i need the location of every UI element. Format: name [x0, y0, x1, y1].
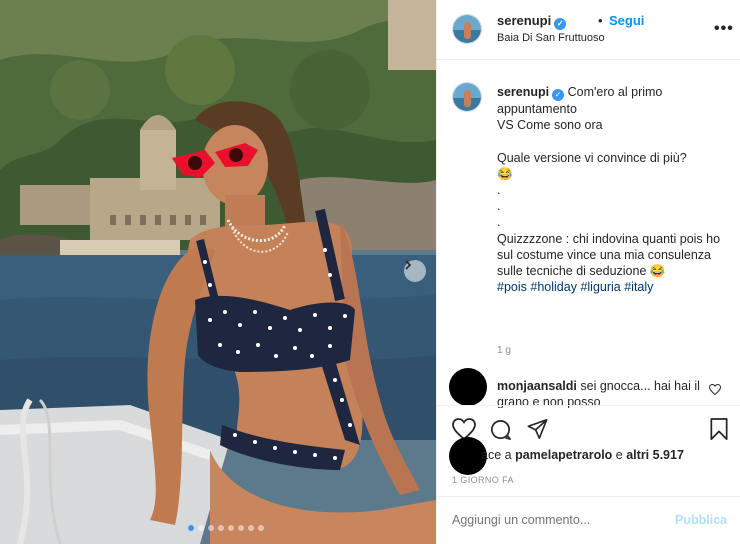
likes-others[interactable]: altri 5.917	[626, 448, 684, 462]
more-options-button[interactable]: •••	[714, 20, 734, 38]
comment-avatar[interactable]	[449, 368, 487, 406]
post-caption: serenupi ✓ Com'ero al primo appuntamento …	[497, 84, 729, 295]
header-username[interactable]: serenupi ✓	[497, 13, 567, 30]
carousel-dot	[218, 525, 224, 531]
follow-button[interactable]: Segui	[609, 13, 644, 28]
caption-avatar[interactable]	[452, 82, 482, 112]
post-side-panel: serenupi ✓ • Segui Baia Di San Fruttuoso …	[436, 0, 740, 544]
location-link[interactable]: Baia Di San Fruttuoso	[497, 32, 605, 44]
caption-hashtags: #pois #holiday #liguria #italy	[497, 279, 729, 295]
add-comment-bar: Pubblica	[437, 496, 740, 544]
likes-connector: e	[612, 448, 627, 462]
comment-input[interactable]	[452, 513, 652, 527]
comment-bubble-icon[interactable]	[489, 418, 512, 441]
caption-line: VS Come sono ora	[497, 118, 603, 133]
comment-username[interactable]: monjaansaldi	[497, 379, 577, 393]
publish-button[interactable]: Pubblica	[675, 513, 727, 527]
carousel-dot	[248, 525, 254, 531]
comment-item: monjaansaldi sei gnocca... hai hai il gr…	[437, 366, 740, 408]
carousel-dot	[198, 525, 204, 531]
hashtag-link[interactable]: #holiday	[530, 280, 577, 294]
instagram-post-modal: serenupi ✓ • Segui Baia Di San Fruttuoso …	[0, 0, 740, 544]
carousel-indicator	[188, 525, 264, 531]
likes-summary[interactable]: ace a pamelapetrarolo e altri 5.917	[449, 448, 740, 462]
carousel-dot	[238, 525, 244, 531]
caption-line: Quale versione vi convince di più?	[497, 150, 687, 165]
post-date[interactable]: 1 GIORNO FA	[452, 475, 514, 485]
caption-line: .	[497, 215, 501, 230]
verified-badge-icon: ✓	[552, 89, 565, 101]
share-paper-plane-icon[interactable]	[526, 418, 549, 440]
hashtag-link[interactable]: #italy	[624, 280, 653, 294]
caption-line: .	[497, 183, 501, 198]
carousel-dot	[258, 525, 264, 531]
comment-like-heart-icon[interactable]	[709, 384, 721, 395]
avatar[interactable]	[452, 14, 482, 44]
caption-line: 😂	[497, 166, 513, 181]
likes-prefix: ace a	[481, 448, 516, 462]
caption-username[interactable]: serenupi	[497, 85, 549, 99]
caption-line	[497, 133, 729, 149]
caption-line: .	[497, 199, 501, 214]
post-photo[interactable]	[0, 0, 436, 544]
chevron-right-icon	[405, 260, 412, 270]
follow-separator: •	[598, 13, 603, 28]
hashtag-link[interactable]: #liguria	[580, 280, 620, 294]
hashtag-link[interactable]: #pois	[497, 280, 527, 294]
carousel-dot	[208, 525, 214, 531]
verified-badge-icon: ✓	[554, 18, 567, 30]
likes-user[interactable]: pamelapetrarolo	[515, 448, 612, 462]
save-bookmark-icon[interactable]	[709, 418, 729, 441]
caption-first-line: serenupi ✓ Com'ero al primo appuntamento	[497, 84, 729, 117]
username-text[interactable]: serenupi	[497, 13, 551, 28]
carousel-dot	[188, 525, 194, 531]
carousel-next-button[interactable]	[404, 260, 426, 282]
post-header: serenupi ✓ • Segui Baia Di San Fruttuoso …	[437, 0, 740, 60]
caption-line: Quizzzzone : chi indovina quanti pois ho…	[497, 231, 721, 279]
carousel-dot	[228, 525, 234, 531]
photo-illustration	[0, 0, 436, 544]
comment-text: monjaansaldi sei gnocca... hai hai il gr…	[497, 378, 707, 408]
caption-timestamp[interactable]: 1 g	[497, 345, 511, 356]
